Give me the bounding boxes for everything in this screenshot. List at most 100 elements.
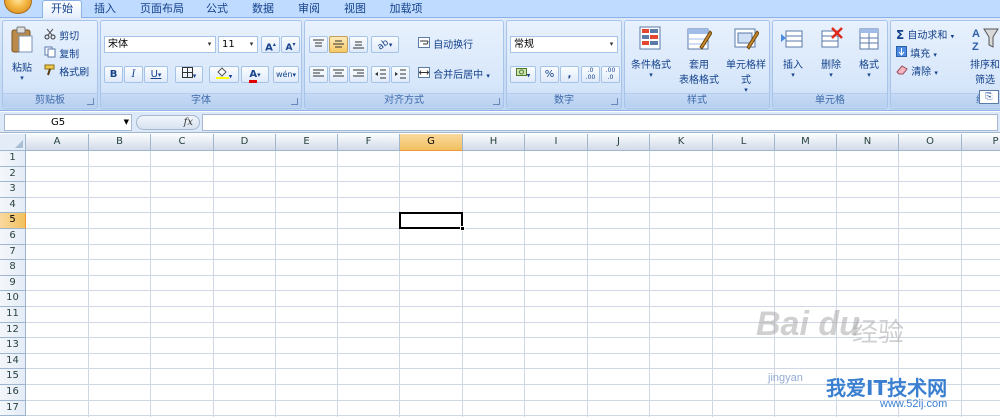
tab-insert[interactable]: 插入: [86, 1, 124, 18]
column-header[interactable]: O: [899, 134, 962, 151]
row-header[interactable]: 6: [0, 229, 26, 245]
row-header[interactable]: 13: [0, 338, 26, 354]
column-header[interactable]: E: [276, 134, 338, 151]
clipboard-launcher-icon[interactable]: [87, 98, 94, 105]
insert-function-button[interactable]: fx: [136, 115, 200, 130]
column-header[interactable]: B: [89, 134, 151, 151]
row-header[interactable]: 15: [0, 369, 26, 385]
select-all-button[interactable]: [0, 134, 26, 151]
tab-review[interactable]: 审阅: [290, 1, 328, 18]
italic-button[interactable]: I: [124, 66, 143, 83]
align-center-button[interactable]: [329, 66, 348, 83]
tab-home[interactable]: 开始: [42, 0, 82, 19]
grid-line-vertical: [587, 151, 588, 417]
column-header[interactable]: L: [713, 134, 775, 151]
column-header[interactable]: J: [588, 134, 650, 151]
font-launcher-icon[interactable]: [291, 98, 298, 105]
percent-button[interactable]: %: [540, 66, 559, 83]
bold-button[interactable]: B: [104, 66, 123, 83]
tab-formulas[interactable]: 公式: [198, 1, 236, 18]
tab-data[interactable]: 数据: [244, 1, 282, 18]
alignment-launcher-icon[interactable]: [493, 98, 500, 105]
conditional-format-button[interactable]: 条件格式 ▾: [627, 24, 675, 90]
align-left-button[interactable]: [309, 66, 328, 83]
column-header[interactable]: G: [400, 134, 463, 151]
fill-button[interactable]: 填充 ▾: [895, 45, 955, 62]
sort-filter-label-2: 筛选: [975, 75, 995, 86]
office-button[interactable]: [4, 0, 32, 14]
row-header[interactable]: 1: [0, 151, 26, 167]
number-format-select[interactable]: 常规 ▾: [510, 36, 618, 53]
grow-font-button[interactable]: A▴: [261, 36, 280, 53]
tab-page-layout[interactable]: 页面布局: [132, 1, 192, 18]
clear-button[interactable]: 清除 ▾: [895, 63, 955, 80]
format-cells-button[interactable]: 格式 ▾: [851, 24, 887, 90]
row-header[interactable]: 8: [0, 260, 26, 276]
row-header[interactable]: 7: [0, 244, 26, 261]
phonetic-button[interactable]: wén▾: [273, 66, 299, 83]
tab-addins[interactable]: 加载项: [382, 1, 430, 18]
column-header[interactable]: F: [338, 134, 400, 151]
cut-button[interactable]: 剪切: [43, 27, 95, 44]
align-top-button[interactable]: [309, 36, 328, 53]
name-box[interactable]: G5 ▼: [4, 114, 132, 131]
wrap-text-button[interactable]: 自动换行: [417, 36, 501, 53]
fill-color-button[interactable]: ▾: [209, 66, 239, 83]
decrease-decimal-button[interactable]: .00 .0: [601, 66, 620, 83]
insert-cells-button[interactable]: 插入 ▾: [775, 24, 811, 90]
row-header[interactable]: 12: [0, 322, 26, 339]
font-size-select[interactable]: 11 ▾: [218, 36, 258, 53]
align-right-button[interactable]: [349, 66, 368, 83]
row-header[interactable]: 14: [0, 353, 26, 370]
decrease-indent-button[interactable]: [371, 66, 390, 83]
autosum-button[interactable]: Σ 自动求和 ▾: [895, 27, 971, 44]
row-header[interactable]: 3: [0, 182, 26, 198]
shrink-font-button[interactable]: A▾: [281, 36, 300, 53]
column-header[interactable]: M: [775, 134, 837, 151]
active-cell[interactable]: [399, 212, 463, 229]
paste-button[interactable]: 粘贴 ▾: [5, 25, 39, 91]
format-painter-button[interactable]: 格式刷: [43, 63, 97, 80]
align-bottom-button[interactable]: [349, 36, 368, 53]
number-launcher-icon[interactable]: [611, 98, 618, 105]
row-header[interactable]: 10: [0, 291, 26, 307]
column-header[interactable]: C: [151, 134, 214, 151]
row-header[interactable]: 4: [0, 197, 26, 214]
underline-button[interactable]: U▾: [144, 66, 168, 83]
row-header[interactable]: 2: [0, 166, 26, 183]
fill-handle[interactable]: [460, 226, 465, 231]
copy-button[interactable]: 复制: [43, 45, 95, 62]
increase-decimal-button[interactable]: .0 .00: [581, 66, 600, 83]
row-header[interactable]: 5: [0, 213, 26, 229]
font-name-select[interactable]: 宋体 ▾: [104, 36, 216, 53]
chevron-down-icon[interactable]: ▼: [124, 115, 129, 130]
column-header[interactable]: K: [650, 134, 713, 151]
align-middle-button[interactable]: [329, 36, 348, 53]
column-header[interactable]: N: [837, 134, 899, 151]
increase-indent-button[interactable]: [391, 66, 410, 83]
column-header[interactable]: D: [214, 134, 276, 151]
accounting-format-button[interactable]: ▾: [510, 66, 536, 83]
row-header[interactable]: 9: [0, 275, 26, 292]
comma-style-button[interactable]: ,: [560, 66, 579, 83]
row-header[interactable]: 16: [0, 385, 26, 401]
sort-filter-button[interactable]: A Z 排序和 筛选: [967, 24, 1000, 90]
format-as-table-button[interactable]: 套用 表格格式: [675, 24, 723, 90]
orientation-button[interactable]: ab▾: [371, 36, 399, 53]
merge-center-button[interactable]: 合并后居中 ▾: [417, 66, 503, 83]
formula-input[interactable]: [202, 114, 998, 131]
delete-cells-button[interactable]: 删除 ▾: [813, 24, 849, 90]
tab-view[interactable]: 视图: [336, 1, 374, 18]
column-header[interactable]: H: [463, 134, 525, 151]
paste-dropdown-icon[interactable]: ▾: [6, 74, 38, 82]
paste-options-icon[interactable]: ⎘: [979, 90, 999, 104]
row-header[interactable]: 11: [0, 307, 26, 323]
column-header[interactable]: P: [962, 134, 1000, 151]
worksheet-grid[interactable]: A B C D E F G H I J K L M N O P 1 2 3 4 5 6 7 8 9 10 11 12 13 14 15 16 1…: [0, 134, 1000, 417]
column-header[interactable]: I: [525, 134, 588, 151]
font-color-button[interactable]: A▾: [241, 66, 269, 83]
row-header[interactable]: 17: [0, 400, 26, 417]
column-header[interactable]: A: [26, 134, 89, 151]
cell-styles-button[interactable]: 单元格样式 ▾: [723, 24, 769, 94]
borders-button[interactable]: ▾: [175, 66, 203, 83]
